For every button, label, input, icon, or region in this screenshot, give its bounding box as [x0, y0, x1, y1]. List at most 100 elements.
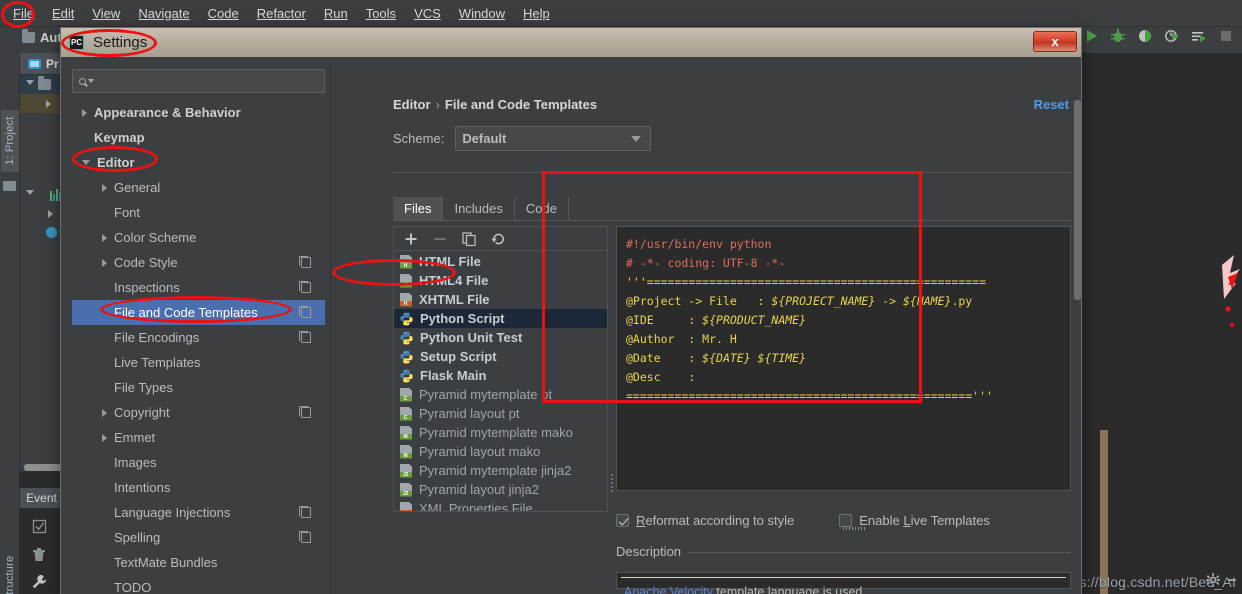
settings-tree-item[interactable]: Appearance & Behavior — [72, 100, 325, 125]
scheme-select[interactable]: Default — [455, 126, 652, 151]
settings-tree-item[interactable]: General — [72, 175, 325, 200]
trash-icon[interactable] — [24, 540, 54, 568]
close-icon[interactable]: x — [1033, 31, 1077, 52]
template-code[interactable]: #!/usr/bin/env python # -*- coding: UTF-8… — [617, 227, 1070, 406]
settings-tree-item[interactable]: Copyright — [72, 400, 325, 425]
settings-tree-item[interactable]: Live Templates — [72, 350, 325, 375]
menu-item-code[interactable]: Code — [199, 2, 248, 25]
settings-tree-item[interactable]: TODO — [72, 575, 325, 594]
chevron-right-icon[interactable] — [102, 408, 107, 417]
template-list-item[interactable]: C Pyramid mytemplate pt — [394, 385, 607, 404]
menu-item-help[interactable]: Help — [514, 2, 559, 25]
tab-includes[interactable]: Includes — [443, 197, 515, 221]
settings-tree-item[interactable]: Font — [72, 200, 325, 225]
settings-search[interactable] — [72, 69, 325, 93]
chevron-right-icon[interactable] — [102, 183, 107, 192]
tab-files[interactable]: Files — [393, 197, 444, 221]
template-list-item[interactable]: Python Unit Test — [394, 328, 607, 347]
settings-tree-item[interactable]: Code Style — [72, 250, 325, 275]
chevron-right-icon[interactable] — [46, 99, 51, 108]
settings-tree-item[interactable]: Keymap — [72, 125, 325, 150]
search-input[interactable] — [72, 69, 325, 93]
chevron-right-icon[interactable] — [102, 433, 107, 442]
checkbox-list-icon[interactable] — [24, 512, 54, 540]
event-log-tab[interactable]: Event — [20, 488, 63, 508]
template-list-item[interactable]: H HTML File — [394, 252, 607, 271]
menu-item-tools[interactable]: Tools — [357, 2, 405, 25]
copy-settings-icon[interactable] — [299, 531, 311, 543]
remove-icon[interactable] — [433, 232, 447, 246]
template-list-item[interactable]: M Pyramid layout mako — [394, 442, 607, 461]
stop-icon[interactable] — [1218, 28, 1234, 44]
menu-item-vcs[interactable]: VCS — [405, 2, 450, 25]
reset-icon[interactable] — [491, 232, 505, 246]
dialog-title-bar[interactable]: PC Settings x — [61, 28, 1081, 57]
template-list-item[interactable]: <> XML Properties File — [394, 499, 607, 511]
run-with-config-icon[interactable] — [1191, 28, 1207, 44]
settings-tree[interactable]: Appearance & Behavior Keymap Editor General… — [72, 100, 325, 594]
chevron-right-icon[interactable] — [82, 108, 87, 117]
strip-folder-icon[interactable] — [3, 181, 16, 191]
coverage-icon[interactable] — [1137, 28, 1153, 44]
tool-tab-project[interactable]: 1: Project — [1, 110, 19, 172]
template-list-item[interactable]: C Pyramid layout pt — [394, 404, 607, 423]
copy-settings-icon[interactable] — [299, 256, 311, 268]
settings-tree-item[interactable]: Intentions — [72, 475, 325, 500]
chevron-down-icon[interactable] — [26, 190, 34, 199]
copy-settings-icon[interactable] — [299, 406, 311, 418]
settings-tree-item[interactable]: TextMate Bundles — [72, 550, 325, 575]
settings-tree-item[interactable]: Images — [72, 450, 325, 475]
reformat-checkbox[interactable] — [616, 514, 629, 527]
menu-item-navigate[interactable]: Navigate — [129, 2, 198, 25]
settings-tree-item[interactable]: Emmet — [72, 425, 325, 450]
settings-tree-item[interactable]: Spelling — [72, 525, 325, 550]
copy-settings-icon[interactable] — [299, 331, 311, 343]
reformat-checkbox-label[interactable]: Reformat according to style — [636, 513, 794, 528]
settings-tree-item[interactable]: File Types — [72, 375, 325, 400]
template-editor[interactable]: #!/usr/bin/env python # -*- coding: UTF-8… — [616, 226, 1071, 491]
template-list-item[interactable]: M Pyramid mytemplate mako — [394, 423, 607, 442]
template-tabs[interactable]: Files Includes Code — [393, 197, 569, 221]
run-icon[interactable] — [1083, 28, 1099, 44]
chevron-right-icon[interactable] — [102, 258, 107, 267]
template-list-item[interactable]: H HTML4 File — [394, 271, 607, 290]
menu-item-run[interactable]: Run — [315, 2, 357, 25]
wrench-icon[interactable] — [24, 568, 54, 594]
template-list-item[interactable]: Setup Script — [394, 347, 607, 366]
template-list-item[interactable]: J2 Pyramid layout jinja2 — [394, 480, 607, 499]
reset-link[interactable]: Reset — [1034, 97, 1069, 112]
copy-settings-icon[interactable] — [299, 281, 311, 293]
live-templates-checkbox-label[interactable]: Enable Live Templates — [859, 513, 990, 528]
settings-tree-item[interactable]: File Encodings — [72, 325, 325, 350]
settings-tree-item[interactable]: Editor — [72, 150, 325, 175]
settings-tree-item[interactable]: File and Code Templates — [72, 300, 325, 325]
settings-tree-item[interactable]: Language Injections — [72, 500, 325, 525]
settings-tree-item[interactable]: Color Scheme — [72, 225, 325, 250]
copy-icon[interactable] — [462, 231, 476, 246]
debug-icon[interactable] — [1110, 28, 1126, 44]
live-templates-checkbox[interactable] — [839, 514, 853, 527]
chevron-down-icon[interactable] — [26, 80, 34, 89]
copy-settings-icon[interactable] — [299, 306, 311, 318]
menu-item-refactor[interactable]: Refactor — [248, 2, 315, 25]
description-link[interactable]: Apache Velocity — [624, 585, 713, 594]
menu-item-window[interactable]: Window — [450, 2, 514, 25]
template-editor-scrollbar[interactable] — [1064, 227, 1070, 490]
menu-item-edit[interactable]: Edit — [43, 2, 83, 25]
templates-list[interactable]: H HTML File H HTML4 File H XHTML File Python S… — [394, 252, 607, 511]
breadcrumb-parent[interactable]: Editor — [393, 97, 431, 112]
add-icon[interactable] — [404, 232, 418, 246]
chevron-down-icon[interactable] — [88, 79, 94, 83]
menu-item-view[interactable]: View — [83, 2, 129, 25]
chevron-down-icon[interactable] — [82, 160, 90, 165]
splitter-handle[interactable] — [610, 472, 615, 494]
copy-settings-icon[interactable] — [299, 506, 311, 518]
chevron-right-icon[interactable] — [102, 233, 107, 242]
profile-icon[interactable] — [1164, 28, 1180, 44]
tool-tab-structure[interactable]: 7: Structure — [1, 550, 19, 594]
tab-code[interactable]: Code — [515, 197, 569, 221]
settings-tree-item[interactable]: Inspections — [72, 275, 325, 300]
templates-scrollbar[interactable] — [601, 252, 607, 511]
template-list-item[interactable]: Python Script — [394, 309, 607, 328]
menu-item-file[interactable]: File — [4, 2, 43, 25]
